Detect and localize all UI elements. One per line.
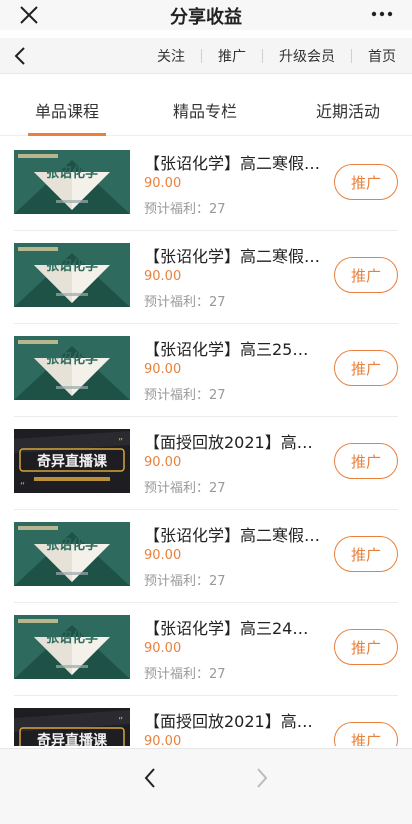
promote-button[interactable]: 推广 [334, 164, 398, 200]
tab-label: 精品专栏 [172, 102, 237, 121]
course-thumbnail[interactable]: 奇异直播课 “ ” [14, 708, 130, 746]
course-title[interactable]: 【张诏化学】高二寒假… [144, 522, 324, 546]
nav-bar: 关注 推广 升级会员 首页 [0, 38, 412, 74]
tab-single-courses[interactable]: 单品课程 [22, 84, 112, 136]
course-price: 90.00 [144, 455, 182, 470]
course-list: 张诏化学 【张诏化学】高二寒假… 90.00 预计福利：27 推广 张诏化学 【… [0, 138, 412, 746]
course-thumbnail[interactable]: 张诏化学 [14, 243, 130, 307]
course-title[interactable]: 【张诏化学】高二寒假… [144, 243, 324, 267]
course-list-item[interactable]: 张诏化学 【张诏化学】高三24… 90.00 预计福利：27 推广 [0, 603, 412, 696]
page-title: 分享收益 [170, 7, 242, 28]
promote-button[interactable]: 推广 [334, 629, 398, 665]
thumb-title: 张诏化学 [46, 537, 98, 553]
course-thumbnail[interactable]: 张诏化学 [14, 615, 130, 679]
course-thumbnail-art: 张诏化学 [14, 336, 130, 400]
course-list-item[interactable]: 奇异直播课 “ ” 【面授回放2021】高… 90.00 预计福利：27 推广 [0, 417, 412, 510]
course-title[interactable]: 【张诏化学】高二寒假… [144, 150, 324, 174]
course-list-item[interactable]: 张诏化学 【张诏化学】高二寒假… 90.00 预计福利：27 推广 [0, 231, 412, 324]
thumb-title: 张诏化学 [46, 165, 98, 181]
estimated-benefit: 预计福利：27 [144, 388, 226, 403]
course-list-item[interactable]: 张诏化学 【张诏化学】高二寒假… 90.00 预计福利：27 推广 [0, 138, 412, 231]
thumb-title: 张诏化学 [46, 258, 98, 274]
chevron-right-icon[interactable] [254, 767, 270, 789]
more-icon[interactable] [370, 6, 394, 22]
estimated-benefit: 预计福利：27 [144, 481, 226, 496]
course-price: 90.00 [144, 734, 182, 746]
course-thumbnail-art: 奇异直播课 “ ” [14, 708, 130, 746]
tab-featured-columns[interactable]: 精品专栏 [160, 84, 250, 136]
course-thumbnail[interactable]: 张诏化学 [14, 150, 130, 214]
svg-text:”: ” [118, 437, 123, 448]
promote-button[interactable]: 推广 [334, 350, 398, 386]
course-thumbnail[interactable]: 张诏化学 [14, 336, 130, 400]
thumb-title: 奇异直播课 [37, 732, 108, 746]
estimated-benefit: 预计福利：27 [144, 667, 226, 682]
promote-button[interactable]: 推广 [334, 443, 398, 479]
course-title[interactable]: 【张诏化学】高三24… [144, 615, 324, 639]
tab-recent-events[interactable]: 近期活动 [298, 84, 398, 136]
course-price: 90.00 [144, 176, 182, 191]
active-tab-indicator [28, 133, 106, 136]
estimated-benefit: 预计福利：27 [144, 574, 226, 589]
promote-button[interactable]: 推广 [334, 722, 398, 746]
course-title[interactable]: 【面授回放2021】高… [144, 708, 324, 732]
course-list-item[interactable]: 张诏化学 【张诏化学】高二寒假… 90.00 预计福利：27 推广 [0, 510, 412, 603]
course-price: 90.00 [144, 548, 182, 563]
back-icon[interactable] [12, 46, 30, 66]
thumb-title: 张诏化学 [46, 630, 98, 646]
nav-link-upgrade[interactable]: 升级会员 [263, 46, 351, 66]
tab-label: 近期活动 [315, 102, 380, 121]
course-list-item[interactable]: 张诏化学 【张诏化学】高三25… 90.00 预计福利：27 推广 [0, 324, 412, 417]
course-title[interactable]: 【张诏化学】高三25… [144, 336, 324, 360]
course-list-item[interactable]: 奇异直播课 “ ” 【面授回放2021】高… 90.00 预计福利：27 推广 [0, 696, 412, 746]
nav-link-home[interactable]: 首页 [352, 46, 412, 66]
course-price: 90.00 [144, 362, 182, 377]
nav-links: 关注 推广 升级会员 首页 [141, 38, 412, 74]
course-price: 90.00 [144, 641, 182, 656]
thumb-title: 张诏化学 [46, 351, 98, 367]
thumb-title: 奇异直播课 [37, 453, 108, 470]
course-thumbnail[interactable]: 奇异直播课 “ ” [14, 429, 130, 493]
bottom-nav-bar [0, 748, 412, 824]
nav-link-promote[interactable]: 推广 [202, 46, 262, 66]
tab-bar: 单品课程 精品专栏 近期活动 [0, 84, 412, 136]
estimated-benefit: 预计福利：27 [144, 202, 226, 217]
course-thumbnail-art: 奇异直播课 “ ” [14, 429, 130, 493]
course-thumbnail-art: 张诏化学 [14, 243, 130, 307]
promote-button[interactable]: 推广 [334, 257, 398, 293]
title-bar: 分享收益 [0, 0, 412, 30]
nav-link-follow[interactable]: 关注 [141, 46, 201, 66]
course-thumbnail-art: 张诏化学 [14, 150, 130, 214]
course-thumbnail[interactable]: 张诏化学 [14, 522, 130, 586]
promote-button[interactable]: 推广 [334, 536, 398, 572]
tab-label: 单品课程 [34, 102, 99, 121]
course-thumbnail-art: 张诏化学 [14, 522, 130, 586]
svg-text:”: ” [118, 716, 123, 727]
course-price: 90.00 [144, 269, 182, 284]
course-thumbnail-art: 张诏化学 [14, 615, 130, 679]
course-title[interactable]: 【面授回放2021】高… [144, 429, 324, 453]
chevron-left-icon[interactable] [142, 767, 158, 789]
estimated-benefit: 预计福利：27 [144, 295, 226, 310]
svg-text:“: “ [20, 481, 25, 492]
